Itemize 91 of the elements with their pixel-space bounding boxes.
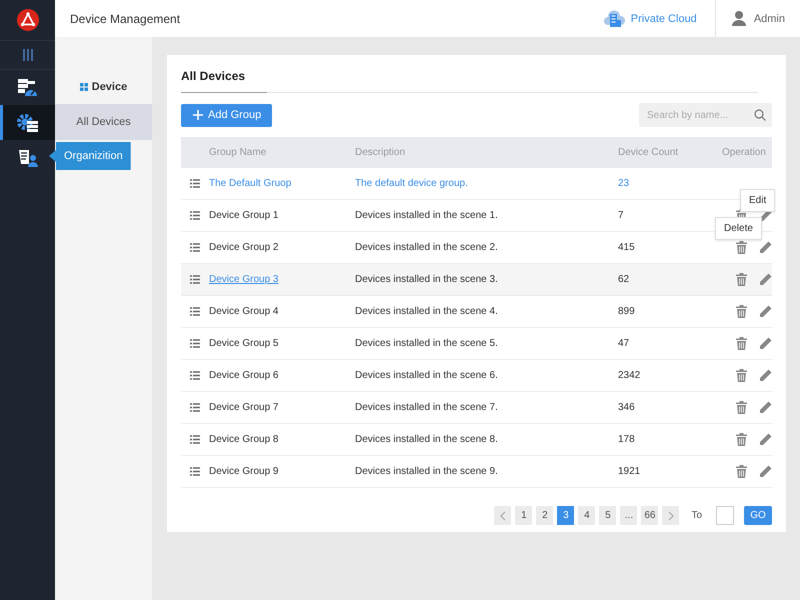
table-cell: 178 — [618, 424, 722, 456]
gear-database-icon — [16, 112, 38, 132]
table-cell: Device Group 1 — [209, 200, 355, 232]
list-icon — [190, 243, 200, 252]
page-button[interactable]: 5 — [599, 506, 616, 525]
section-heading: Device — [92, 81, 128, 93]
edit-icon[interactable] — [759, 337, 772, 350]
next-page-button[interactable] — [662, 506, 680, 525]
table-cell: The default device group. — [355, 168, 618, 200]
edit-icon[interactable] — [759, 273, 772, 286]
page-button[interactable]: 66 — [641, 506, 658, 525]
table-cell: Device Group 5 — [209, 328, 355, 360]
edit-icon[interactable] — [759, 401, 772, 414]
table-cell: 1921 — [618, 456, 722, 488]
page-button[interactable]: 2 — [536, 506, 554, 525]
edit-icon[interactable] — [759, 241, 772, 254]
edit-icon[interactable] — [759, 465, 772, 478]
delete-icon[interactable] — [736, 433, 747, 446]
search-field[interactable]: Search by name... — [639, 103, 772, 127]
list-icon — [190, 371, 200, 380]
list-icon — [190, 275, 200, 284]
nav-item[interactable] — [0, 105, 55, 140]
table-cell: 899 — [618, 296, 722, 328]
column-header: Device Count — [618, 146, 680, 160]
list-icon — [190, 435, 200, 444]
goto-label: To — [691, 510, 702, 521]
subnav-item[interactable]: All Devices — [55, 104, 152, 140]
page-button[interactable]: 4 — [578, 506, 596, 525]
delete-icon[interactable] — [736, 305, 747, 318]
table-cell: Devices installed in the scene 7. — [355, 392, 618, 424]
table-cell: 2342 — [618, 360, 722, 392]
tooltip: Organizition — [49, 142, 131, 170]
table-cell: The Default Gruop — [209, 168, 355, 200]
edit-icon[interactable] — [759, 305, 772, 318]
group-link[interactable]: Device Group 3 — [209, 274, 278, 285]
page-title: Device Management — [70, 12, 182, 26]
table-cell: 23 — [618, 168, 722, 200]
delete-icon[interactable] — [736, 241, 747, 254]
previous-page-button[interactable] — [494, 506, 512, 525]
page-input[interactable] — [716, 506, 734, 525]
column-header: Operation — [722, 146, 767, 160]
document-user-icon — [18, 148, 38, 166]
go-button[interactable]: GO — [744, 506, 772, 525]
delete-icon[interactable] — [736, 273, 747, 286]
delete-icon[interactable] — [736, 337, 747, 350]
table-cell: 47 — [618, 328, 722, 360]
logo-icon — [16, 9, 38, 31]
search-icon — [754, 109, 766, 121]
tooltip: Delete — [715, 217, 762, 240]
plus-icon — [193, 110, 203, 120]
list-icon — [190, 307, 200, 316]
tooltip: Edit — [740, 189, 776, 212]
table-cell: Device Group 9 — [209, 456, 355, 488]
column-header: Description — [355, 146, 406, 160]
table-cell: Devices installed in the scene 3. — [355, 264, 618, 296]
chevron-left-icon — [498, 510, 507, 520]
table-cell: Devices installed in the scene 5. — [355, 328, 618, 360]
table-cell: Device Group 7 — [209, 392, 355, 424]
table-cell: Device Group 6 — [209, 360, 355, 392]
list-icon — [190, 179, 200, 188]
table-cell: Devices installed in the scene 6. — [355, 360, 618, 392]
page-button[interactable]: 1 — [515, 506, 532, 525]
delete-icon[interactable] — [736, 401, 747, 414]
edit-icon[interactable] — [759, 433, 772, 446]
table-cell: Devices installed in the scene 1. — [355, 200, 618, 232]
table-cell: Devices installed in the scene 8. — [355, 424, 618, 456]
ellipsis-button[interactable]: ... — [620, 506, 638, 525]
table-cell: 346 — [618, 392, 722, 424]
server-gauge-icon — [18, 78, 38, 96]
delete-icon[interactable] — [736, 369, 747, 382]
table-cell: 62 — [618, 264, 722, 296]
add-group-button[interactable]: Add Group — [181, 104, 272, 126]
page-button[interactable]: 3 — [557, 506, 574, 525]
menu-icon[interactable] — [22, 49, 32, 61]
list-icon — [190, 211, 200, 220]
cloud-link[interactable]: Private Cloud — [586, 0, 715, 37]
grid-icon — [80, 83, 88, 91]
edit-icon[interactable] — [759, 369, 772, 382]
list-icon — [190, 467, 200, 476]
user-icon — [732, 11, 746, 26]
table-cell: Device Group 4 — [209, 296, 355, 328]
column-header: Group Name — [209, 146, 268, 160]
list-icon — [190, 339, 200, 348]
chevron-right-icon — [666, 510, 675, 520]
delete-icon[interactable] — [736, 465, 747, 478]
cloud-building-icon — [604, 10, 625, 27]
list-icon — [190, 403, 200, 412]
table-cell: Devices installed in the scene 4. — [355, 296, 618, 328]
table-cell: Devices installed in the scene 9. — [355, 456, 618, 488]
table-cell: Device Group 8 — [209, 424, 355, 456]
card-title: All Devices — [181, 69, 246, 85]
